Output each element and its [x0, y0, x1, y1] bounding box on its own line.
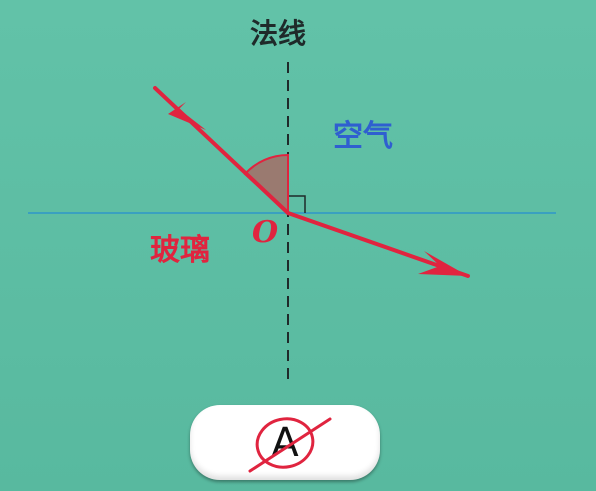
diagram-stage: 法线 空气 玻璃 O A [0, 0, 596, 491]
normal-label: 法线 [250, 17, 307, 50]
answer-button[interactable]: A [190, 405, 380, 480]
air-label: 空气 [333, 119, 393, 154]
point-o-label: O [252, 215, 279, 250]
wrong-mark-icon [248, 417, 332, 473]
glass-label: 玻璃 [150, 233, 210, 268]
